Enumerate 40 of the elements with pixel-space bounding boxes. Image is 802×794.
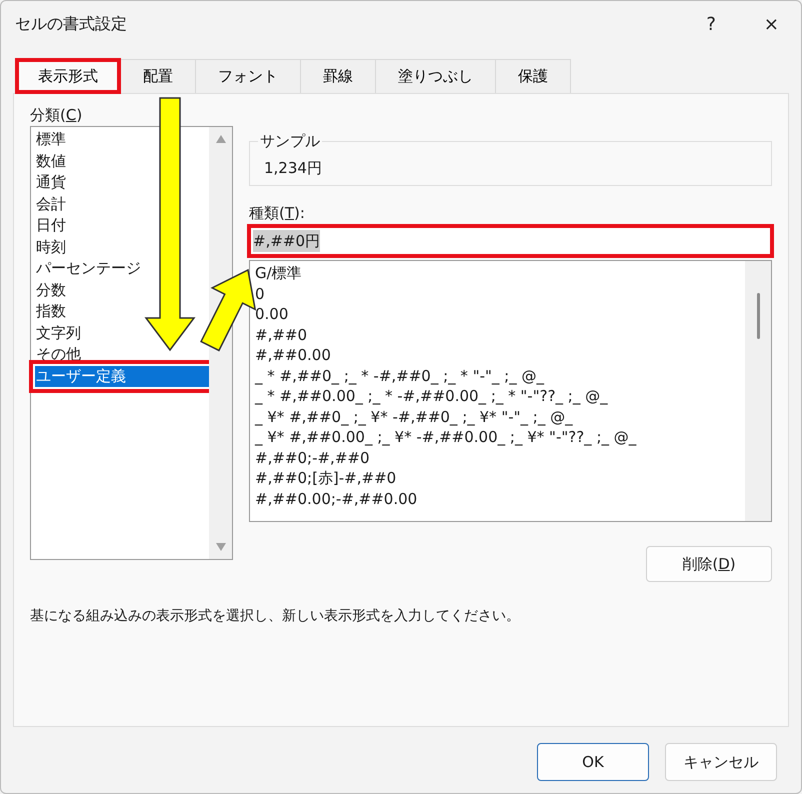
sample-value: 1,234円: [264, 158, 323, 178]
format-item[interactable]: _ ¥* #,##0.00_ ;_ ¥* -#,##0.00_ ;_ ¥* "-"??_ ;_ @_: [255, 427, 745, 448]
format-item[interactable]: _ * #,##0_ ;_ * -#,##0_ ;_ * "-"_ ;_ @_: [255, 366, 745, 386]
category-item[interactable]: 時刻: [35, 236, 66, 258]
format-item[interactable]: 0.00: [255, 304, 745, 324]
category-item[interactable]: 日付: [35, 215, 66, 236]
hint-text: 基になる組み込みの表示形式を選択し、新しい表示形式を入力してください。: [30, 607, 521, 626]
category-item[interactable]: 通貨: [35, 172, 66, 194]
type-label: 種類(T):: [249, 203, 306, 224]
format-item[interactable]: #,##0;[赤]-#,##0: [255, 468, 745, 488]
format-item[interactable]: _ * #,##0.00_ ;_ * -#,##0.00_ ;_ * "-"??_ ;_ @_: [255, 386, 745, 406]
delete-button[interactable]: 削除(D): [646, 546, 772, 582]
cancel-button[interactable]: キャンセル: [665, 743, 777, 781]
format-item[interactable]: #,##0.00: [255, 345, 745, 366]
scrollbar-thumb[interactable]: [756, 293, 760, 339]
category-item[interactable]: ユーザー定義: [35, 366, 209, 387]
tab[interactable]: 表示形式: [15, 58, 121, 94]
format-item[interactable]: G/標準: [255, 263, 745, 284]
format-input-field[interactable]: #,##0円: [247, 224, 774, 258]
category-item[interactable]: 文字列: [35, 322, 81, 344]
category-item[interactable]: 分数: [35, 280, 66, 301]
tab[interactable]: 保護: [495, 59, 571, 93]
format-listbox[interactable]: [249, 260, 772, 522]
ok-button[interactable]: OK: [537, 743, 649, 781]
format-item[interactable]: 0: [255, 284, 745, 304]
window-title: セルの書式設定: [15, 13, 128, 35]
category-item[interactable]: 標準: [35, 129, 66, 150]
help-button[interactable]: ?: [706, 10, 716, 38]
format-item[interactable]: _ ¥* #,##0_ ;_ ¥* -#,##0_ ;_ ¥* "-"_ ;_ @_: [255, 406, 745, 427]
format-item[interactable]: #,##0;-#,##0: [255, 448, 745, 468]
format-item[interactable]: #,##0.00;-#,##0.00: [255, 488, 745, 509]
scroll-down-icon[interactable]: [216, 543, 226, 551]
category-item[interactable]: 会計: [35, 194, 66, 215]
scroll-up-icon[interactable]: [216, 135, 226, 143]
category-label: 分類(C): [30, 105, 84, 126]
category-item[interactable]: 指数: [35, 301, 66, 322]
close-button[interactable]: ×: [764, 10, 779, 38]
format-item[interactable]: #,##0: [255, 324, 745, 345]
category-item[interactable]: 数値: [35, 150, 66, 172]
category-item[interactable]: パーセンテージ: [35, 258, 141, 280]
